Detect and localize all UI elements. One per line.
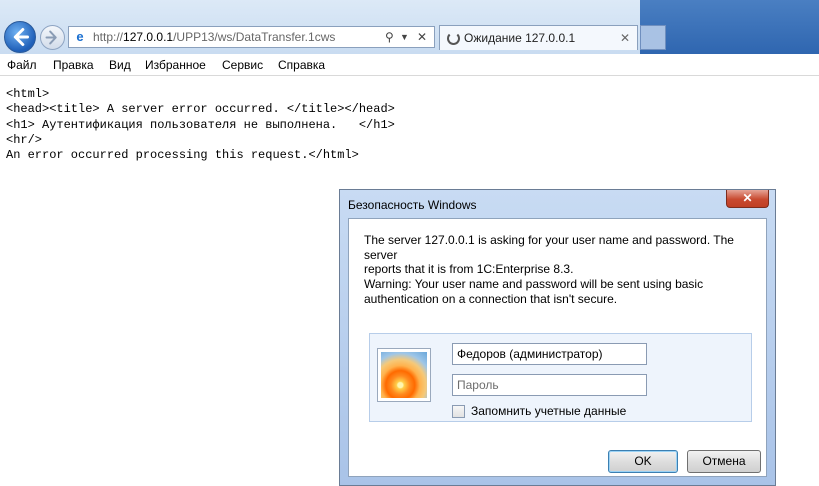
ok-button[interactable]: OK — [608, 450, 678, 473]
dialog-title: Безопасность Windows — [348, 198, 477, 212]
tab-close-icon[interactable]: ✕ — [620, 26, 630, 50]
page-line: <hr/> — [6, 132, 43, 147]
browser-tab[interactable]: Ожидание 127.0.0.1 ✕ — [439, 25, 638, 50]
menu-view[interactable]: Вид — [109, 55, 131, 75]
password-field[interactable]: Пароль — [452, 374, 647, 396]
close-icon[interactable]: ✕ — [417, 27, 427, 47]
new-tab-button[interactable] — [640, 25, 666, 50]
menu-bar: Файл Правка Вид Избранное Сервис Справка — [0, 54, 819, 76]
browser-toolbar: e http://127.0.0.1/UPP13/ws/DataTransfer… — [0, 0, 819, 54]
username-field[interactable]: Федоров (администратор) — [452, 343, 647, 365]
cancel-button[interactable]: Отмена — [687, 450, 761, 473]
loading-spinner-icon — [447, 32, 460, 45]
page-line: <head><title> A server error occurred. <… — [6, 102, 395, 117]
menu-favorites[interactable]: Избранное — [145, 55, 206, 75]
menu-file[interactable]: Файл — [7, 55, 37, 75]
dialog-body: The server 127.0.0.1 is asking for your … — [348, 218, 767, 477]
dialog-close-button[interactable]: ✕ — [726, 190, 769, 208]
forward-button[interactable] — [40, 25, 65, 50]
user-picture-icon — [377, 348, 431, 402]
tab-label: Ожидание 127.0.0.1 — [464, 31, 576, 45]
page-line: <h1> Аутентификация пользователя не выпо… — [6, 117, 395, 132]
dialog-warning: Warning: Your user name and password wil… — [364, 277, 704, 306]
menu-tools[interactable]: Сервис — [222, 55, 263, 75]
forward-arrow-icon — [45, 30, 57, 45]
chevron-down-icon[interactable]: ▼ — [400, 27, 409, 47]
address-bar[interactable]: e http://127.0.0.1/UPP13/ws/DataTransfer… — [68, 26, 435, 48]
dialog-message: The server 127.0.0.1 is asking for your … — [364, 233, 734, 276]
menu-edit[interactable]: Правка — [53, 55, 94, 75]
menu-help[interactable]: Справка — [278, 55, 325, 75]
page-source: <html> <head><title> A server error occur… — [6, 87, 395, 163]
back-button[interactable] — [4, 21, 36, 53]
remember-label[interactable]: Запомнить учетные данные — [471, 404, 626, 418]
remember-checkbox[interactable] — [452, 405, 465, 418]
address-url[interactable]: http://127.0.0.1/UPP13/ws/DataTransfer.1… — [93, 27, 335, 47]
back-arrow-icon — [13, 28, 29, 46]
titlebar-area — [640, 0, 819, 54]
page-line: <html> — [6, 87, 50, 101]
page-line: An error occurred processing this reques… — [6, 148, 359, 163]
credential-panel: Федоров (администратор) Пароль Запомнить… — [369, 333, 752, 422]
windows-security-dialog: Безопасность Windows ✕ The server 127.0.… — [339, 189, 776, 486]
ie-page-icon: e — [76, 29, 84, 44]
search-icon[interactable]: ⚲ — [385, 27, 394, 47]
